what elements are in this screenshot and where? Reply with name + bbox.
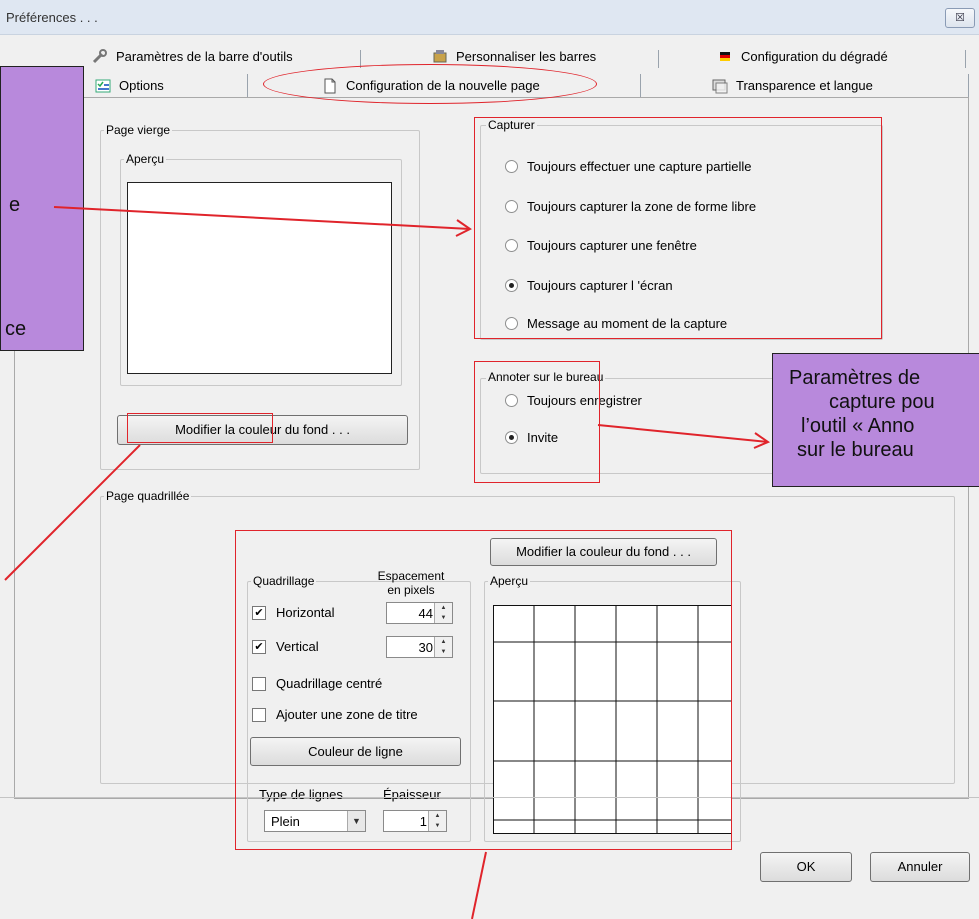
annotation-arrows (4, 206, 771, 919)
preferences-window: Préférences . . . ☒ Paramètres de la bar… (0, 0, 979, 919)
